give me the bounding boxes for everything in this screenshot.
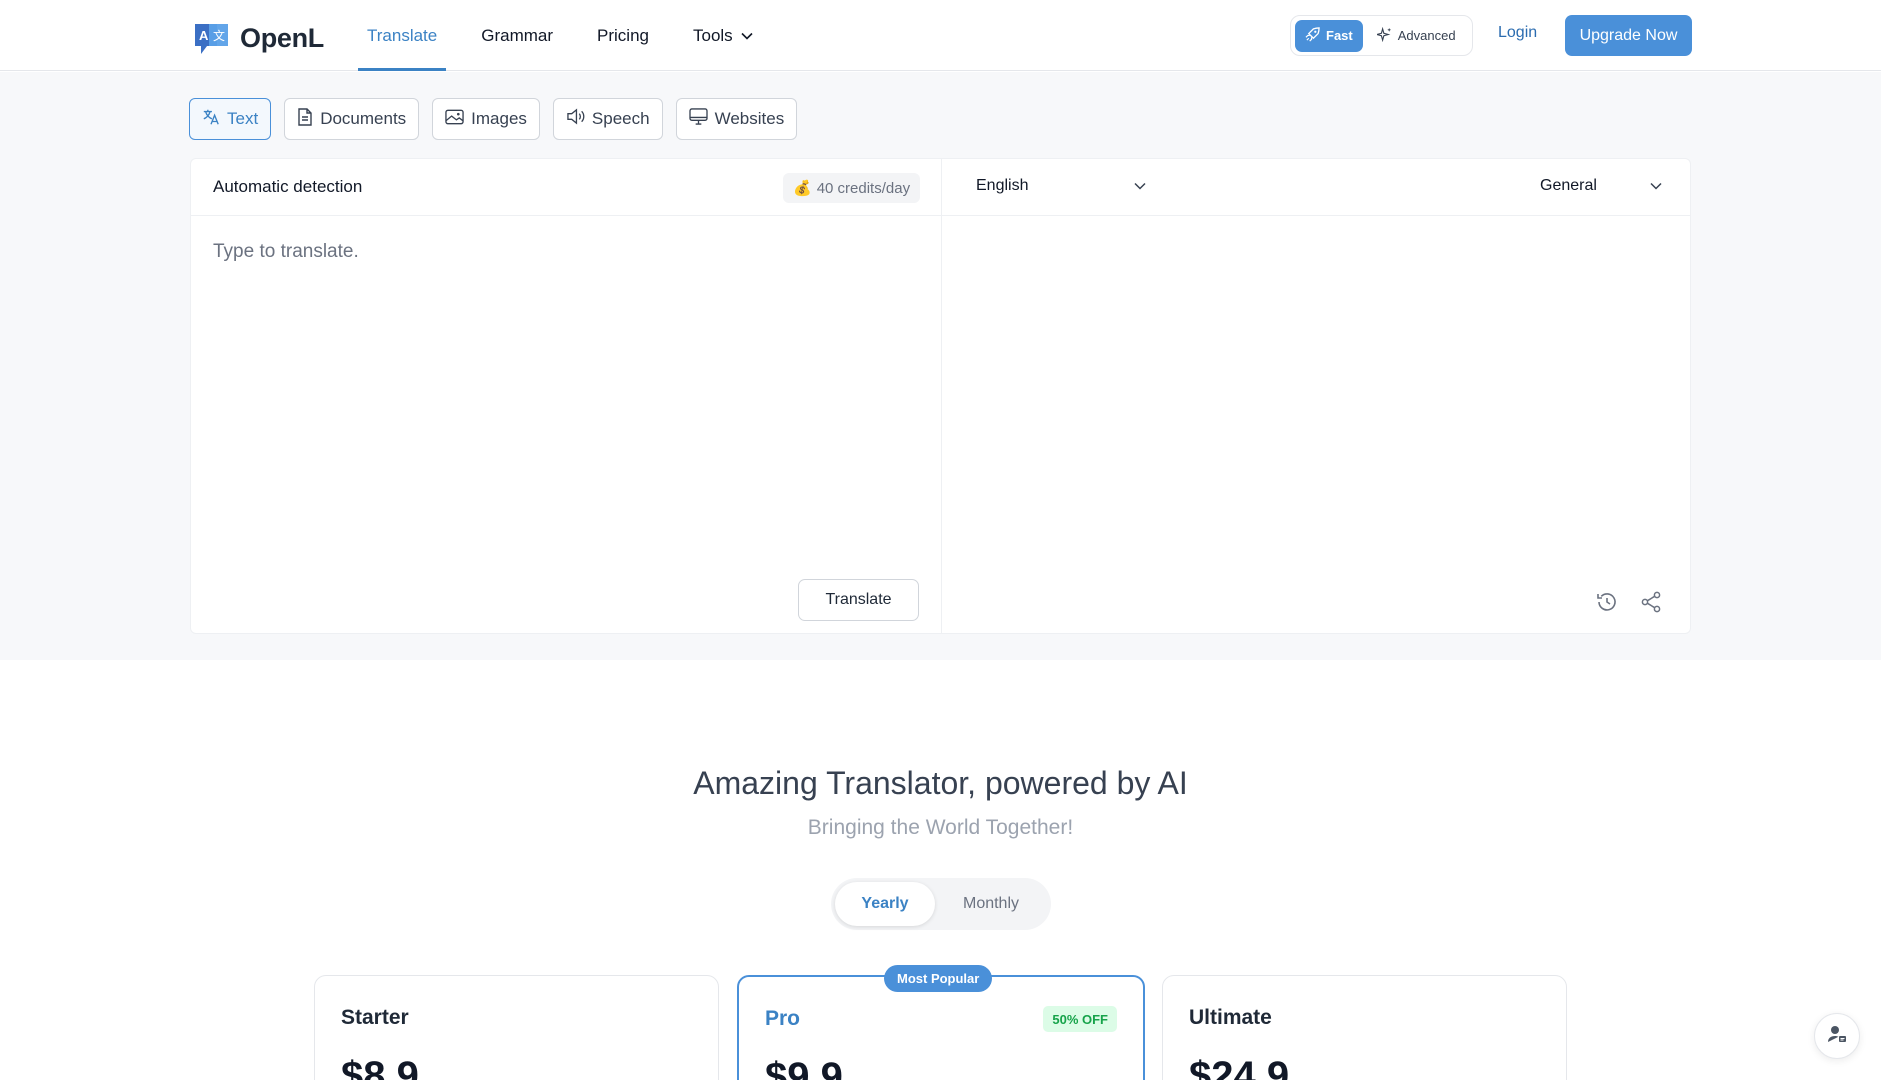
mode-advanced-label: Advanced bbox=[1397, 28, 1456, 43]
chevron-down-icon bbox=[741, 32, 753, 40]
billing-monthly-button[interactable]: Monthly bbox=[935, 882, 1047, 926]
upgrade-now-button[interactable]: Upgrade Now bbox=[1565, 15, 1692, 56]
tab-speech[interactable]: Speech bbox=[552, 98, 663, 140]
rocket-icon bbox=[1305, 26, 1320, 45]
chevron-down-icon bbox=[1650, 177, 1662, 195]
mode-advanced-button[interactable]: Advanced bbox=[1367, 20, 1466, 52]
hero-title: Amazing Translator, powered by AI bbox=[693, 765, 1188, 801]
credits-badge: 💰 40 credits/day bbox=[783, 173, 921, 203]
nav-tools-label: Tools bbox=[692, 25, 733, 45]
translation-style-label: General bbox=[1540, 177, 1597, 194]
most-popular-badge: Most Popular bbox=[884, 965, 993, 992]
tab-images[interactable]: Images bbox=[432, 98, 540, 140]
tab-documents-label: Documents bbox=[320, 109, 407, 128]
mode-toggle: Fast Advanced bbox=[1290, 15, 1473, 56]
plan-price: $24.9 bbox=[1189, 1054, 1290, 1080]
target-language-label: English bbox=[976, 177, 1029, 194]
plan-price: $8.9 bbox=[341, 1054, 419, 1080]
top-header: A 文 OpenL Translate Grammar Pricing Tool… bbox=[0, 0, 1881, 71]
translate-button[interactable]: Translate bbox=[798, 579, 919, 621]
brand-logo[interactable]: A 文 OpenL bbox=[193, 20, 324, 57]
translate-icon bbox=[202, 108, 220, 131]
tab-websites-label: Websites bbox=[714, 109, 785, 128]
support-icon bbox=[1827, 1024, 1847, 1049]
panel-divider bbox=[941, 159, 942, 633]
translation-panel: Automatic detection 💰 40 credits/day Tra… bbox=[190, 158, 1691, 634]
plan-name: Starter bbox=[341, 1006, 409, 1029]
hero-subtitle: Bringing the World Together! bbox=[807, 816, 1074, 839]
target-language-select[interactable]: English bbox=[976, 177, 1146, 195]
monitor-icon bbox=[688, 108, 708, 130]
source-text-input[interactable] bbox=[213, 241, 913, 541]
nav-translate[interactable]: Translate bbox=[358, 0, 447, 71]
plan-name: Pro bbox=[765, 1007, 801, 1030]
speaker-icon bbox=[566, 108, 585, 130]
support-chat-button[interactable] bbox=[1814, 1013, 1860, 1059]
tab-websites[interactable]: Websites bbox=[675, 98, 798, 140]
sparkles-icon bbox=[1374, 26, 1392, 45]
plan-name: Ultimate bbox=[1189, 1006, 1272, 1029]
tab-speech-label: Speech bbox=[591, 109, 650, 128]
source-language-select[interactable]: Automatic detection bbox=[213, 177, 362, 197]
plan-card-starter[interactable]: Starter $8.9 bbox=[314, 975, 719, 1080]
share-icon[interactable] bbox=[1638, 589, 1664, 615]
money-bag-icon: 💰 bbox=[793, 180, 812, 197]
login-link[interactable]: Login bbox=[1498, 24, 1537, 42]
plan-card-ultimate[interactable]: Ultimate $24.9 bbox=[1162, 975, 1567, 1080]
translate-logo-icon: A 文 bbox=[193, 20, 230, 57]
tab-documents[interactable]: Documents bbox=[284, 98, 420, 140]
image-icon bbox=[445, 109, 464, 130]
billing-period-toggle: Yearly Monthly bbox=[831, 878, 1051, 930]
credits-label: 40 credits/day bbox=[816, 179, 911, 197]
nav-grammar[interactable]: Grammar bbox=[472, 0, 562, 71]
document-icon bbox=[297, 107, 313, 131]
translation-style-select[interactable]: General bbox=[1540, 177, 1662, 195]
mode-fast-button[interactable]: Fast bbox=[1295, 19, 1363, 52]
discount-badge: 50% OFF bbox=[1043, 1006, 1117, 1032]
tab-images-label: Images bbox=[471, 109, 527, 128]
svg-text:A: A bbox=[199, 28, 209, 43]
plan-price: $9.9 bbox=[765, 1055, 843, 1080]
input-type-tabs: Text Documents Images Speech Websites bbox=[189, 98, 798, 140]
main-nav: Translate Grammar Pricing Tools bbox=[358, 0, 788, 71]
panel-header-divider bbox=[191, 215, 1690, 216]
mode-fast-label: Fast bbox=[1326, 28, 1353, 43]
nav-pricing[interactable]: Pricing bbox=[588, 0, 658, 71]
svg-text:文: 文 bbox=[213, 28, 225, 43]
chevron-down-icon bbox=[1134, 177, 1146, 195]
history-icon[interactable] bbox=[1594, 589, 1620, 615]
brand-name: OpenL bbox=[240, 23, 324, 53]
billing-yearly-button[interactable]: Yearly bbox=[835, 882, 935, 926]
nav-tools[interactable]: Tools bbox=[684, 0, 762, 71]
tab-text[interactable]: Text bbox=[189, 98, 272, 140]
tab-text-label: Text bbox=[227, 109, 259, 128]
